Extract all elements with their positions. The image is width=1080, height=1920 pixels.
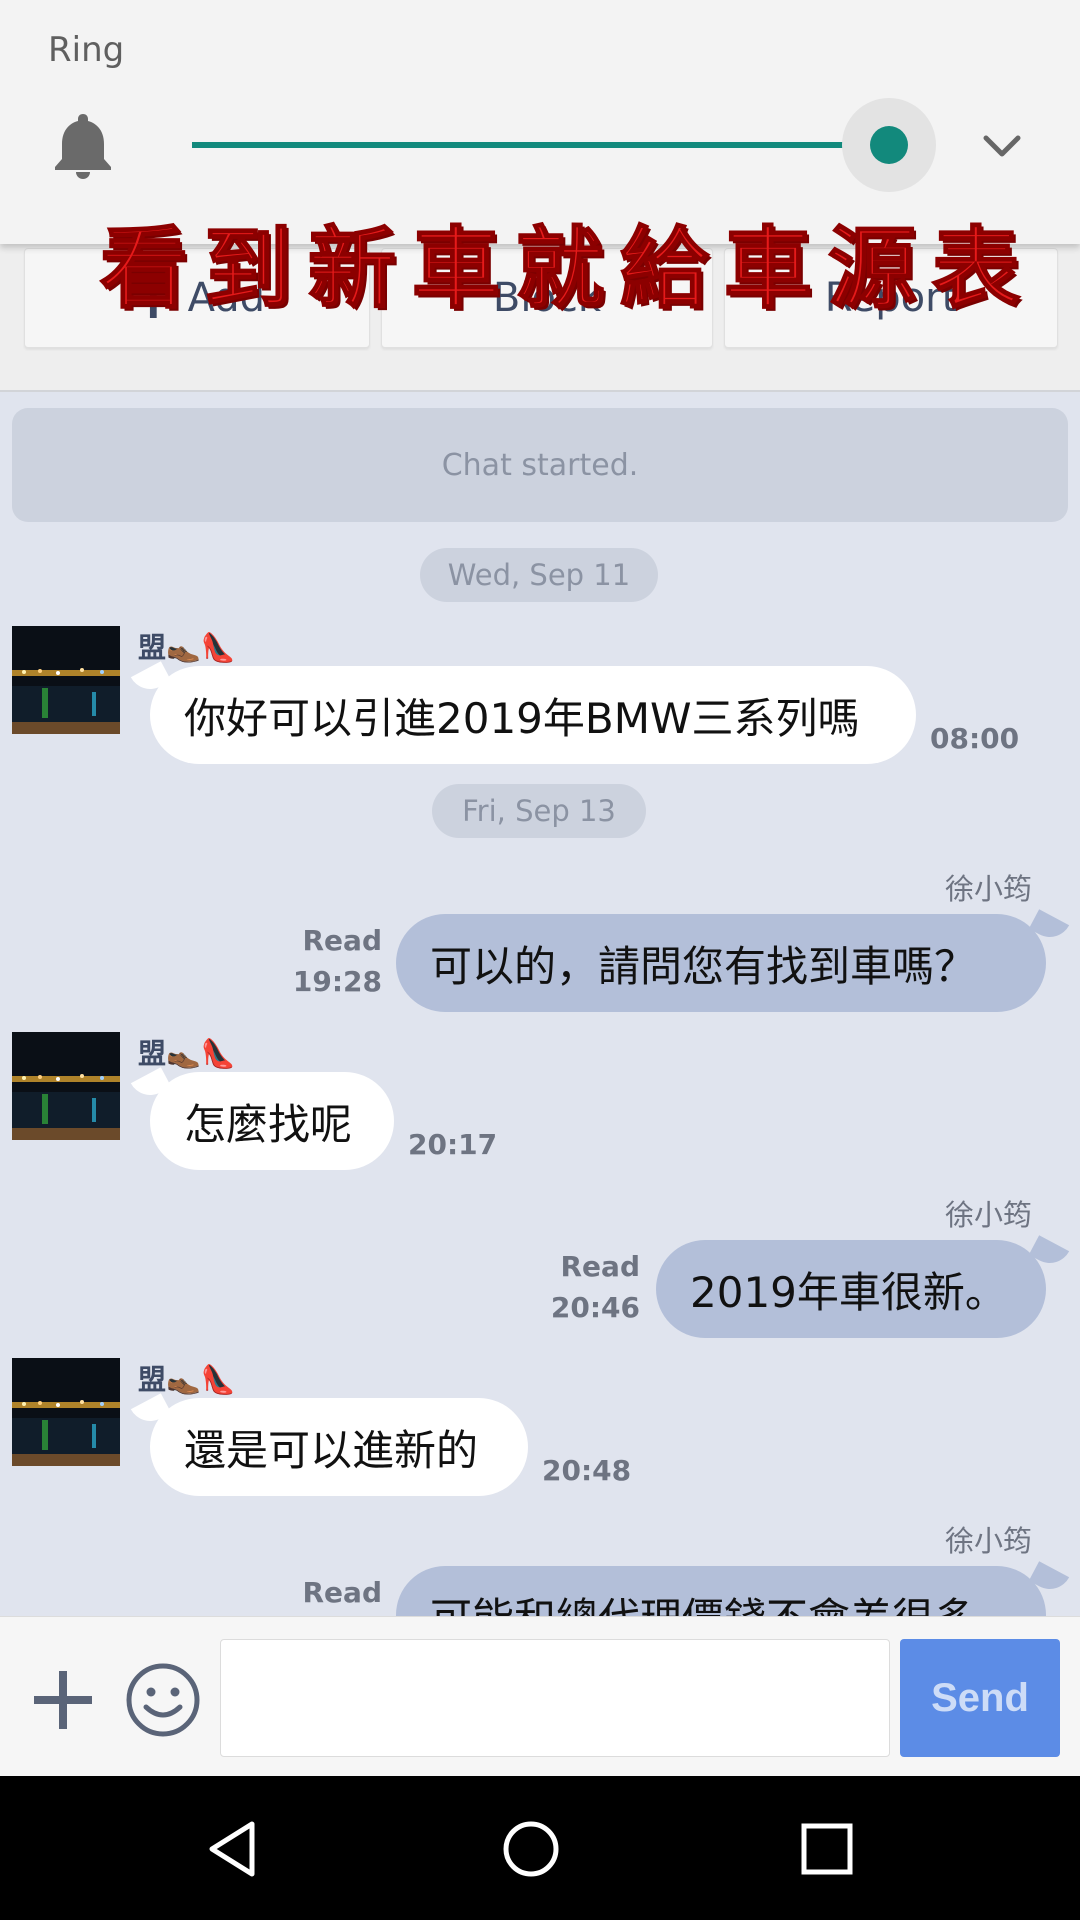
own-name: 徐小筠 — [944, 872, 1032, 906]
recents-icon[interactable] — [794, 1816, 860, 1882]
read-label: Read — [560, 1250, 641, 1283]
read-status: Read 20:46 — [550, 1246, 640, 1328]
message-time: 19:28 — [292, 965, 382, 998]
chat-started-notice: Chat started. — [12, 408, 1068, 522]
read-label: Read — [302, 1576, 383, 1609]
chevron-down-icon[interactable] — [978, 128, 1026, 162]
chat-history[interactable]: Chat started. Wed, Sep 11 盟👞👠 你好可以引進2019… — [0, 392, 1080, 1616]
message-bubble-incoming[interactable]: 你好可以引進2019年BMW三系列嗎 — [150, 666, 916, 764]
bell-icon[interactable] — [50, 110, 116, 180]
volume-stream-label: Ring — [48, 30, 125, 70]
date-separator: Fri, Sep 13 — [432, 784, 646, 838]
volume-slider-thumb[interactable] — [870, 126, 908, 164]
message-time: 20:17 — [408, 1128, 498, 1161]
message-input[interactable] — [220, 1639, 890, 1757]
avatar-night-city-image — [12, 1032, 120, 1140]
message-composer: Send — [0, 1616, 1080, 1777]
date-separator: Wed, Sep 11 — [420, 548, 658, 602]
message-time: 20:48 — [542, 1454, 632, 1487]
avatar-night-city-image — [12, 626, 120, 734]
own-name: 徐小筠 — [944, 1524, 1032, 1558]
volume-slider-track[interactable] — [192, 142, 888, 148]
message-bubble-incoming[interactable]: 還是可以進新的 — [150, 1398, 528, 1496]
overlay-caption: 看到新車就給車源表 — [99, 215, 1037, 321]
avatar-night-city-image — [12, 1358, 120, 1466]
message-bubble-outgoing[interactable]: 2019年車很新。 — [656, 1240, 1046, 1338]
read-status: Read — [292, 1572, 383, 1613]
sender-name: 盟👞👠 — [138, 1363, 236, 1396]
back-icon[interactable] — [200, 1816, 266, 1882]
message-time: 20:46 — [550, 1291, 640, 1324]
smile-icon[interactable] — [124, 1661, 202, 1739]
read-label: Read — [302, 924, 383, 957]
own-name: 徐小筠 — [944, 1198, 1032, 1232]
avatar[interactable] — [12, 1358, 120, 1466]
system-navigation-bar — [0, 1776, 1080, 1920]
sender-name: 盟👞👠 — [138, 631, 236, 664]
message-bubble-incoming[interactable]: 怎麼找呢 — [150, 1072, 394, 1170]
message-time: 08:00 — [930, 722, 1020, 755]
message-bubble-outgoing[interactable]: 可以的，請問您有找到車嗎？ — [396, 914, 1046, 1012]
send-button[interactable]: Send — [900, 1639, 1060, 1757]
volume-slider-fill — [192, 142, 888, 148]
read-status: Read 19:28 — [292, 920, 382, 1002]
avatar[interactable] — [12, 626, 120, 734]
avatar[interactable] — [12, 1032, 120, 1140]
plus-icon[interactable] — [30, 1667, 96, 1733]
sender-name: 盟👞👠 — [138, 1037, 236, 1070]
home-icon[interactable] — [498, 1816, 564, 1882]
message-bubble-outgoing[interactable]: 可能和總代理價錢不會差很多 — [396, 1566, 1046, 1616]
